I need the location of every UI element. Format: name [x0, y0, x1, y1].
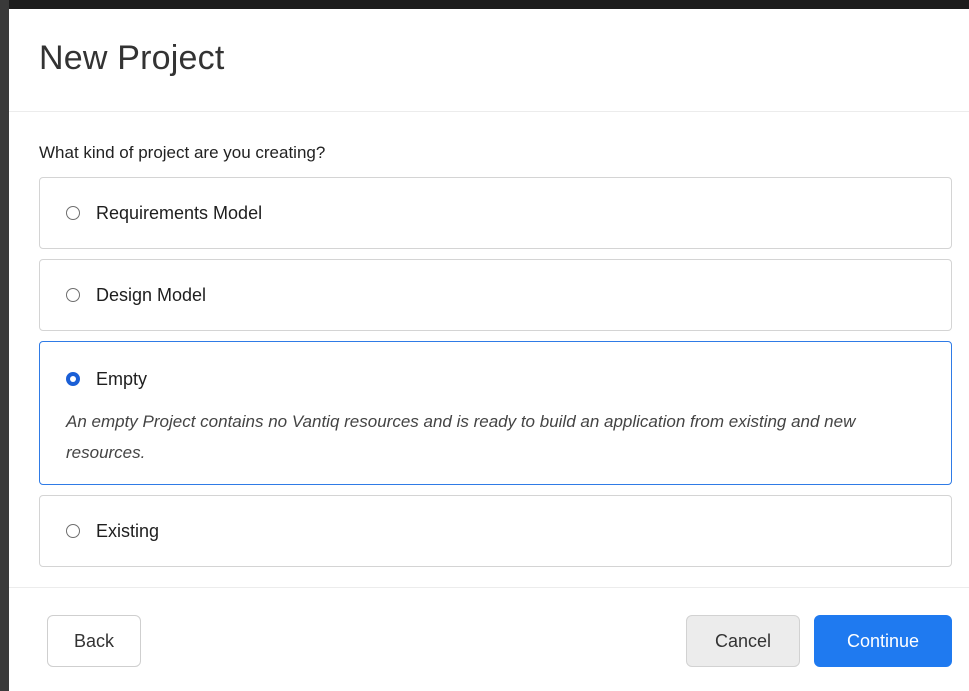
- option-row: Empty: [66, 342, 927, 402]
- radio-button-checked-icon[interactable]: [66, 372, 80, 386]
- project-kind-options: Requirements Model Design Model Empty An…: [39, 177, 952, 577]
- option-description: An empty Project contains no Vantiq reso…: [66, 412, 856, 462]
- option-label: Design Model: [96, 284, 207, 305]
- option-design-model[interactable]: Design Model: [39, 259, 952, 331]
- dialog-title: New Project: [39, 39, 225, 77]
- radio-button-icon[interactable]: [66, 206, 80, 220]
- new-project-dialog: New Project What kind of project are you…: [9, 9, 969, 691]
- option-label: Empty: [96, 368, 148, 389]
- option-label: Existing: [96, 520, 160, 541]
- option-existing[interactable]: Existing: [39, 495, 952, 567]
- project-kind-question: What kind of project are you creating?: [39, 143, 326, 162]
- window-left-edge: [0, 0, 9, 691]
- radio-button-icon[interactable]: [66, 288, 80, 302]
- continue-button[interactable]: Continue: [814, 615, 952, 667]
- radio-button-icon[interactable]: [66, 524, 80, 538]
- option-row: Requirements Model: [66, 178, 927, 248]
- option-requirements-model[interactable]: Requirements Model: [39, 177, 952, 249]
- option-empty[interactable]: Empty An empty Project contains no Vanti…: [39, 341, 952, 485]
- option-label: Requirements Model: [96, 202, 263, 223]
- back-button[interactable]: Back: [47, 615, 141, 667]
- window-top-edge: [0, 0, 969, 9]
- dialog-header: New Project: [9, 9, 969, 112]
- dialog-footer: Back Cancel Continue: [9, 587, 969, 691]
- cancel-button[interactable]: Cancel: [686, 615, 800, 667]
- option-row: Existing: [66, 496, 927, 566]
- option-row: Design Model: [66, 260, 927, 330]
